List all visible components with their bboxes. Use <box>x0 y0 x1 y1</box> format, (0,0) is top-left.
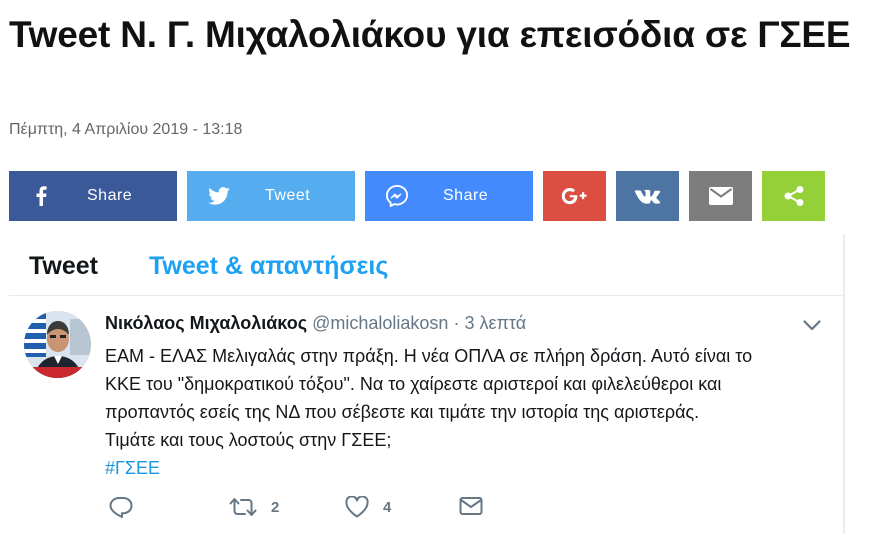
tweet-timestamp[interactable]: 3 λεπτά <box>464 313 526 333</box>
share-bar: Share Tweet Share <box>9 171 825 221</box>
retweet-count: 2 <box>271 498 280 516</box>
facebook-share-label: Share <box>87 187 133 204</box>
tab-tweet-and-replies[interactable]: Tweet & απαντήσεις <box>149 252 388 281</box>
tab-tweet[interactable]: Tweet <box>29 252 98 281</box>
generic-share-button[interactable] <box>762 171 825 221</box>
chevron-down-icon[interactable] <box>803 318 821 336</box>
google-plus-icon <box>561 187 589 205</box>
retweet-button[interactable]: 2 <box>229 496 279 518</box>
google-plus-share-button[interactable] <box>543 171 606 221</box>
twitter-icon <box>187 187 251 205</box>
email-share-button[interactable] <box>689 171 752 221</box>
tweet-text-line: Τιμάτε και τους λοστούς στην ΓΣΕΕ; <box>105 430 392 450</box>
vk-icon <box>634 188 662 204</box>
messenger-icon <box>365 185 429 207</box>
facebook-share-button[interactable]: Share <box>9 171 177 221</box>
tweet-header: Νικόλαος Μιχαλολιάκος @michaloliakosn · … <box>105 313 526 334</box>
tweet-item[interactable]: Νικόλαος Μιχαλολιάκος @michaloliakosn · … <box>9 296 843 534</box>
avatar[interactable] <box>24 311 91 378</box>
article-date: Πέμπτη, 4 Απριλίου 2019 - 13:18 <box>9 121 243 138</box>
retweet-icon <box>229 496 257 518</box>
twitter-share-label: Tweet <box>265 187 311 204</box>
email-icon <box>708 187 733 205</box>
messenger-share-button[interactable]: Share <box>365 171 533 221</box>
facebook-icon <box>9 186 73 206</box>
hashtag-link[interactable]: #ΓΣΕΕ <box>105 454 825 482</box>
author-name[interactable]: Νικόλαος Μιχαλολιάκος <box>105 313 307 333</box>
author-handle[interactable]: @michaloliakosn <box>312 313 448 333</box>
tweet-text: ΕΑΜ - ΕΛΑΣ Μελιγαλάς στην πράξη. Η νέα Ο… <box>105 342 825 482</box>
twitter-share-button[interactable]: Tweet <box>187 171 355 221</box>
tweet-text-line: προπαντός εσείς της ΝΔ που σέβεστε και τ… <box>105 402 700 422</box>
direct-message-button[interactable] <box>459 496 483 516</box>
tweet-text-line: ΕΑΜ - ΕΛΑΣ Μελιγαλάς στην πράξη. Η νέα Ο… <box>105 346 753 366</box>
tweet-text-line: ΚΚΕ του "δημοκρατικού τόξου". Να το χαίρ… <box>105 374 722 394</box>
messenger-share-label: Share <box>443 187 489 204</box>
like-button[interactable]: 4 <box>345 496 391 518</box>
share-icon <box>783 185 805 207</box>
reply-icon <box>109 496 133 518</box>
separator-dot: · <box>453 313 460 333</box>
tweet-tabs: Tweet Tweet & απαντήσεις <box>9 234 843 296</box>
like-count: 4 <box>383 498 392 516</box>
envelope-icon <box>459 496 483 516</box>
twitter-embed-widget: Tweet Tweet & απαντήσεις Νικόλαος Μιχαλο… <box>9 234 845 534</box>
reply-button[interactable] <box>109 496 133 518</box>
heart-icon <box>345 496 369 518</box>
article-title: Tweet Ν. Γ. Μιχαλολιάκου για επεισόδια σ… <box>9 14 851 55</box>
vk-share-button[interactable] <box>616 171 679 221</box>
